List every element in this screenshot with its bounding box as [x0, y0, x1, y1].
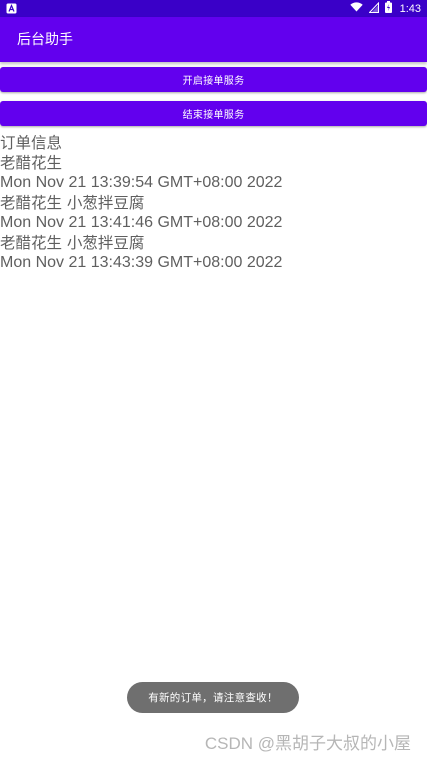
stop-service-button[interactable]: 结束接单服务 — [0, 101, 427, 126]
app-bar: 后台助手 — [0, 17, 427, 62]
signal-icon — [367, 1, 379, 16]
new-order-toast: 有新的订单，请注意查收！ — [127, 682, 299, 713]
status-bar: 1:43 — [0, 0, 427, 17]
order-items: 老醋花生 小葱拌豆腐 — [0, 234, 145, 252]
start-service-button[interactable]: 开启接单服务 — [0, 67, 427, 92]
notification-a-icon — [5, 2, 17, 14]
watermark: CSDN @黑胡子大叔的小屋 — [204, 734, 411, 753]
battery-icon — [384, 1, 392, 16]
status-icons: 1:43 — [349, 0, 421, 17]
app-title: 后台助手 — [17, 32, 73, 48]
order-time: Mon Nov 21 13:41:46 GMT+08:00 2022 — [0, 214, 283, 231]
order-items: 老醋花生 — [0, 154, 63, 172]
orders-header: 订单信息 — [0, 134, 63, 152]
wifi-icon — [349, 2, 363, 15]
status-time: 1:43 — [399, 2, 421, 15]
order-time: Mon Nov 21 13:39:54 GMT+08:00 2022 — [0, 174, 283, 191]
order-time: Mon Nov 21 13:43:39 GMT+08:00 2022 — [0, 254, 283, 271]
order-list: 订单信息 老醋花生 Mon Nov 21 13:39:54 GMT+08:00 … — [0, 133, 427, 273]
order-items: 老醋花生 小葱拌豆腐 — [0, 194, 145, 212]
